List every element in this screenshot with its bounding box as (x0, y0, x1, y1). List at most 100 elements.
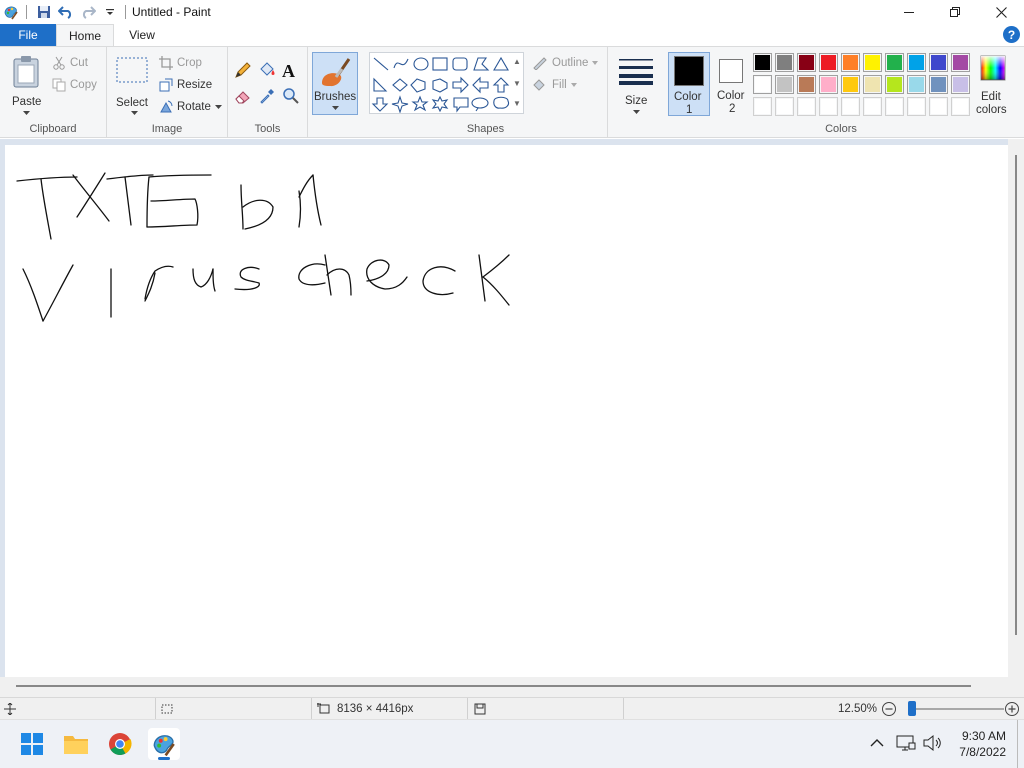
paint-taskbar-button[interactable] (148, 728, 180, 760)
network-icon[interactable] (896, 734, 916, 755)
shapes-gallery[interactable] (369, 52, 524, 114)
outline-button[interactable]: Outline (532, 53, 599, 73)
size-button[interactable]: Size (614, 53, 658, 115)
tab-home[interactable]: Home (56, 24, 114, 47)
horizontal-scroll-thumb[interactable] (16, 685, 971, 687)
shapes-scroll-up-icon[interactable]: ▲ (513, 57, 521, 66)
resize-button[interactable]: Resize (159, 75, 212, 95)
color1-button[interactable]: Color 1 (668, 52, 710, 116)
show-desktop-button[interactable] (1017, 720, 1018, 768)
color-swatch[interactable] (841, 97, 860, 116)
fill-button[interactable]: Fill (532, 75, 577, 95)
color-swatch[interactable] (885, 97, 904, 116)
start-button[interactable] (16, 728, 48, 760)
tab-view[interactable]: View (114, 24, 170, 46)
plus-circle-icon (1005, 702, 1019, 716)
speaker-icon (923, 734, 941, 752)
undo-icon[interactable] (55, 1, 77, 23)
select-button[interactable]: Select (113, 55, 153, 115)
color-swatch[interactable] (819, 53, 838, 72)
shapes-expand-icon[interactable]: ▼ (513, 99, 521, 108)
redo-icon[interactable] (77, 1, 99, 23)
brushes-button[interactable]: Brushes (312, 52, 358, 115)
chrome-button[interactable] (104, 728, 136, 760)
edit-colors-button[interactable]: Edit colors (975, 53, 1011, 117)
chevron-down-icon (592, 61, 599, 65)
color2-swatch (719, 59, 743, 83)
color2-button[interactable]: Color 2 (712, 52, 754, 116)
color-swatch-fill (799, 99, 814, 114)
restore-button[interactable] (932, 0, 978, 24)
color-swatch[interactable] (819, 75, 838, 94)
color-swatch-fill (909, 77, 924, 92)
vertical-scrollbar[interactable] (1008, 139, 1024, 697)
paint-app-icon[interactable] (0, 1, 22, 23)
color-swatch[interactable] (797, 53, 816, 72)
color-swatch[interactable] (797, 75, 816, 94)
color-swatch[interactable] (863, 53, 882, 72)
shapes-scroll-down-icon[interactable]: ▼ (513, 79, 521, 88)
color-swatch[interactable] (929, 97, 948, 116)
shapes-group-label: Shapes (466, 123, 505, 135)
magnifier-tool[interactable] (282, 87, 302, 107)
color-swatch[interactable] (929, 75, 948, 94)
color-swatch[interactable] (885, 53, 904, 72)
tab-file[interactable]: File (0, 24, 56, 46)
drawing-canvas[interactable] (5, 145, 1008, 677)
zoom-out-button[interactable] (881, 701, 897, 717)
rotate-button[interactable]: Rotate (159, 97, 222, 117)
color-swatch[interactable] (775, 75, 794, 94)
cut-button[interactable]: Cut (52, 53, 88, 73)
color-picker-tool[interactable] (258, 87, 278, 107)
clipboard-group-label: Clipboard (29, 123, 77, 135)
color-swatch[interactable] (841, 53, 860, 72)
selection-size-icon (161, 704, 173, 714)
color1-label-line2: 1 (686, 104, 693, 116)
color-swatch[interactable] (841, 75, 860, 94)
color-swatch[interactable] (951, 75, 970, 94)
color-swatch[interactable] (885, 75, 904, 94)
customize-qa-icon[interactable] (99, 1, 121, 23)
pencil-tool[interactable] (234, 61, 254, 81)
color-swatch[interactable] (863, 97, 882, 116)
color-swatch-fill (865, 99, 880, 114)
save-icon[interactable] (33, 1, 55, 23)
color-swatch[interactable] (863, 75, 882, 94)
close-button[interactable] (978, 0, 1024, 24)
color-swatch[interactable] (929, 53, 948, 72)
show-hidden-icons-button[interactable] (870, 737, 884, 751)
volume-icon[interactable] (922, 734, 942, 755)
cursor-position-segment (0, 698, 156, 720)
color-swatch[interactable] (907, 97, 926, 116)
zoom-slider-track[interactable] (908, 708, 1004, 710)
color-swatch[interactable] (797, 97, 816, 116)
size-label: Size (625, 95, 648, 107)
workspace (0, 139, 1024, 697)
file-explorer-button[interactable] (60, 728, 92, 760)
eraser-tool[interactable] (234, 87, 254, 107)
color-swatch[interactable] (819, 97, 838, 116)
color-swatch[interactable] (951, 53, 970, 72)
color-swatch[interactable] (951, 97, 970, 116)
color-swatch-fill (931, 77, 946, 92)
zoom-slider-thumb[interactable] (908, 701, 916, 716)
copy-button[interactable]: Copy (52, 75, 97, 95)
fill-tool[interactable] (258, 61, 278, 81)
color-swatch[interactable] (753, 75, 772, 94)
text-tool[interactable]: A (282, 61, 302, 81)
color-swatch[interactable] (907, 75, 926, 94)
paste-button[interactable]: Paste (8, 53, 48, 115)
zoom-in-button[interactable] (1004, 701, 1020, 717)
horizontal-scrollbar[interactable] (0, 677, 1008, 697)
color-swatch[interactable] (753, 97, 772, 116)
color-swatch[interactable] (907, 53, 926, 72)
minimize-button[interactable] (886, 0, 932, 24)
vertical-scroll-thumb[interactable] (1015, 155, 1017, 635)
help-icon[interactable]: ? (1003, 26, 1020, 43)
color-palette (753, 53, 973, 119)
crop-button[interactable]: Crop (159, 53, 202, 73)
color-swatch[interactable] (753, 53, 772, 72)
color-swatch[interactable] (775, 53, 794, 72)
system-clock[interactable]: 9:30 AM 7/8/2022 (959, 728, 1006, 760)
color-swatch[interactable] (775, 97, 794, 116)
